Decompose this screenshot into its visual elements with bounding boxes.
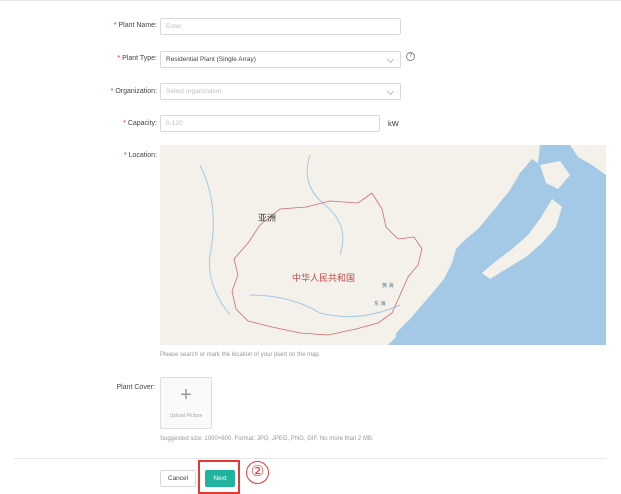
organization-label: * Organization: bbox=[110, 88, 157, 95]
plant-name-label: * Plant Name: bbox=[113, 22, 157, 29]
map-canvas[interactable]: 亚洲 中华人民共和国 黄 海 东 海 bbox=[160, 145, 606, 345]
capacity-input[interactable]: 0-120 bbox=[160, 115, 380, 132]
next-button-highlight bbox=[198, 460, 240, 494]
cancel-button[interactable]: Cancel bbox=[160, 470, 196, 487]
plant-cover-hint: Suggested size: 1000×600. Format: JPG, J… bbox=[160, 436, 374, 442]
plant-type-value: Residential Plant (Single Array) bbox=[166, 56, 256, 63]
plant-type-label: * Plant Type: bbox=[117, 55, 157, 62]
step-marker: ② bbox=[246, 461, 269, 484]
capacity-label: * Capacity: bbox=[123, 120, 157, 127]
capacity-unit: kW bbox=[388, 119, 399, 128]
upload-picture-button[interactable]: + Upload Picture bbox=[160, 377, 212, 429]
organization-placeholder: Select organization bbox=[166, 88, 222, 95]
location-map[interactable]: 亚洲 中华人民共和国 黄 海 东 海 bbox=[160, 145, 606, 345]
map-label-sea-2: 东 海 bbox=[374, 300, 386, 307]
plant-type-select[interactable]: Residential Plant (Single Array) bbox=[160, 51, 401, 68]
map-label-continent: 亚洲 bbox=[258, 213, 276, 224]
plus-icon: + bbox=[180, 384, 192, 406]
plant-cover-label: Plant Cover: bbox=[116, 384, 155, 391]
location-label: * Location: bbox=[123, 152, 157, 159]
location-hint: Please search or mark the location of yo… bbox=[160, 352, 321, 358]
organization-select[interactable]: Select organization bbox=[160, 83, 401, 100]
map-label-sea-1: 黄 海 bbox=[382, 282, 394, 289]
chevron-down-icon bbox=[386, 87, 395, 96]
map-label-country: 中华人民共和国 bbox=[292, 272, 355, 284]
footer-divider bbox=[14, 458, 606, 459]
top-divider bbox=[0, 0, 621, 1]
upload-picture-label: Upload Picture bbox=[169, 413, 203, 419]
chevron-down-icon bbox=[386, 55, 395, 64]
question-circle-icon[interactable]: ? bbox=[406, 52, 415, 61]
plant-name-input[interactable]: Enter bbox=[160, 18, 401, 35]
